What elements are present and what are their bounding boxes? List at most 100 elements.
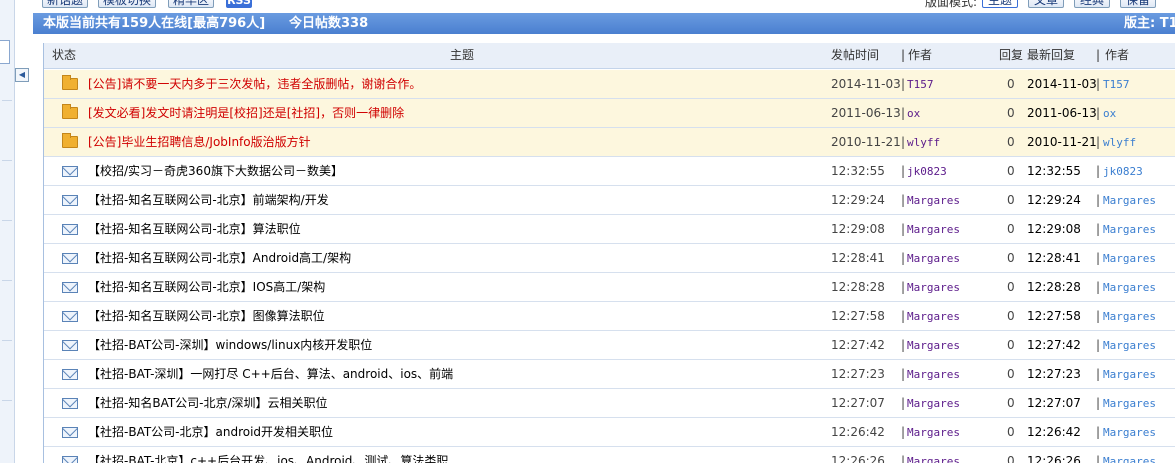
- last-reply-time[interactable]: 12:29:08: [1027, 215, 1081, 244]
- topic-title-link[interactable]: 【社招-知名互联网公司-北京】IOS高工/架构: [88, 273, 325, 302]
- author-link[interactable]: jk0823: [907, 157, 947, 186]
- envelope-icon: [52, 418, 78, 447]
- topic-title-link[interactable]: 【社招-BAT-北京】c++后台开发、ios、Android、测试、算法类职: [88, 447, 448, 463]
- author-link[interactable]: Margares: [907, 215, 960, 244]
- table-row[interactable]: 【社招-BAT公司-深圳】windows/linux内核开发职位 12:27:42…: [44, 331, 1175, 360]
- last-author-link[interactable]: Margares: [1103, 331, 1156, 360]
- author-link[interactable]: T157: [907, 70, 934, 99]
- topic-title-link[interactable]: 【社招-知名互联网公司-北京】前端架构/开发: [88, 186, 329, 215]
- last-author-link[interactable]: Margares: [1103, 360, 1156, 389]
- table-row[interactable]: 【社招-BAT-深圳】一网打尽 C++后台、算法、android、ios、前端 1…: [44, 360, 1175, 389]
- reply-count: 0: [1007, 222, 1015, 236]
- topic-title-link[interactable]: 【社招-BAT公司-深圳】windows/linux内核开发职位: [88, 331, 372, 360]
- column-separator: |: [901, 193, 906, 207]
- post-time: 2014-11-03: [831, 77, 901, 91]
- author-link[interactable]: Margares: [907, 447, 960, 463]
- last-reply-time[interactable]: 2010-11-21: [1027, 128, 1097, 157]
- reply-count: 0: [1007, 396, 1015, 410]
- post-time: 12:28:28: [831, 280, 885, 294]
- last-author-link[interactable]: Margares: [1103, 447, 1156, 463]
- table-row[interactable]: 【社招-知名互联网公司-北京】Android高工/架构 12:28:41 | Marg…: [44, 244, 1175, 273]
- topic-title-link[interactable]: 【社招-知名BAT公司-北京/深圳】云相关职位: [88, 389, 328, 418]
- last-author-link[interactable]: ox: [1103, 99, 1116, 128]
- last-reply-time[interactable]: 12:26:42: [1027, 418, 1081, 447]
- topic-title-link[interactable]: 【社招-知名互联网公司-北京】图像算法职位: [88, 302, 325, 331]
- topic-title-link[interactable]: 【社招-知名互联网公司-北京】Android高工/架构: [88, 244, 351, 273]
- column-separator: |: [1096, 106, 1101, 120]
- moderator-label[interactable]: 版主: T1: [1124, 13, 1175, 34]
- topic-title-link[interactable]: [公告]毕业生招聘信息/JobInfo版治版方针: [88, 128, 311, 157]
- new-topic-button[interactable]: 新话题: [42, 0, 89, 8]
- reply-count: 0: [1007, 77, 1015, 91]
- last-reply-time[interactable]: 12:29:24: [1027, 186, 1081, 215]
- table-row[interactable]: 【社招-BAT公司-北京】android开发相关职位 12:26:42 | Marga…: [44, 418, 1175, 447]
- table-row[interactable]: [公告]请不要一天内多于三次发帖，违者全版删帖，谢谢合作。 2014-11-03 |…: [44, 70, 1175, 99]
- last-author-link[interactable]: Margares: [1103, 273, 1156, 302]
- last-author-link[interactable]: jk0823: [1103, 157, 1143, 186]
- sidebar-tab[interactable]: [0, 40, 10, 64]
- sidebar-divider: [2, 280, 12, 281]
- digest-button[interactable]: 精华区: [168, 0, 215, 8]
- topic-title-link[interactable]: [公告]请不要一天内多于三次发帖，违者全版删帖，谢谢合作。: [88, 70, 421, 99]
- author-link[interactable]: ox: [907, 99, 920, 128]
- post-time: 2010-11-21: [831, 135, 901, 149]
- switch-template-button[interactable]: 模板切换: [98, 0, 157, 8]
- table-row[interactable]: 【社招-知名互联网公司-北京】算法职位 12:29:08 | Margares 0 12:…: [44, 215, 1175, 244]
- sidebar-divider: [2, 400, 12, 401]
- table-row[interactable]: 【社招-知名互联网公司-北京】IOS高工/架构 12:28:28 | Margares…: [44, 273, 1175, 302]
- author-link[interactable]: Margares: [907, 389, 960, 418]
- last-author-link[interactable]: Margares: [1103, 244, 1156, 273]
- column-separator: |: [901, 251, 906, 265]
- last-author-link[interactable]: Margares: [1103, 215, 1156, 244]
- envelope-icon: [52, 302, 78, 331]
- table-row[interactable]: 【社招-BAT-北京】c++后台开发、ios、Android、测试、算法类职 12…: [44, 447, 1175, 463]
- mode-article-button[interactable]: 文章: [1028, 0, 1065, 8]
- last-author-link[interactable]: Margares: [1103, 302, 1156, 331]
- last-author-link[interactable]: Margares: [1103, 389, 1156, 418]
- last-reply-time[interactable]: 12:27:58: [1027, 302, 1081, 331]
- reply-count: 0: [1007, 280, 1015, 294]
- sidebar-divider: [2, 100, 12, 101]
- topic-title-link[interactable]: 【校招/实习－奇虎360旗下大数据公司－数美】: [88, 157, 343, 186]
- collapse-arrow-icon[interactable]: ◀: [15, 68, 29, 82]
- last-reply-time[interactable]: 12:27:23: [1027, 360, 1081, 389]
- column-separator: |: [1096, 222, 1101, 236]
- table-row[interactable]: 【社招-知名互联网公司-北京】图像算法职位 12:27:58 | Margares 0 1…: [44, 302, 1175, 331]
- author-link[interactable]: Margares: [907, 302, 960, 331]
- author-link[interactable]: Margares: [907, 331, 960, 360]
- author-link[interactable]: Margares: [907, 186, 960, 215]
- last-reply-time[interactable]: 12:27:07: [1027, 389, 1081, 418]
- table-row[interactable]: 【社招-知名互联网公司-北京】前端架构/开发 12:29:24 | Margares 0…: [44, 186, 1175, 215]
- table-row[interactable]: [公告]毕业生招聘信息/JobInfo版治版方针 2010-11-21 | wlyff…: [44, 128, 1175, 157]
- author-link[interactable]: Margares: [907, 418, 960, 447]
- last-author-link[interactable]: T157: [1103, 70, 1130, 99]
- last-author-link[interactable]: Margares: [1103, 186, 1156, 215]
- mode-classic-button[interactable]: 经典: [1074, 0, 1111, 8]
- author-link[interactable]: Margares: [907, 244, 960, 273]
- mode-reserved-button[interactable]: 保留: [1120, 0, 1157, 8]
- post-time: 12:27:07: [831, 396, 885, 410]
- topic-title-link[interactable]: [发文必看]发文时请注明是[校招]还是[社招]，否则一律删除: [88, 99, 404, 128]
- last-reply-time[interactable]: 12:26:26: [1027, 447, 1081, 463]
- author-link[interactable]: Margares: [907, 360, 960, 389]
- last-reply-time[interactable]: 2014-11-03: [1027, 70, 1097, 99]
- topic-title-link[interactable]: 【社招-BAT公司-北京】android开发相关职位: [88, 418, 333, 447]
- table-row[interactable]: 【社招-知名BAT公司-北京/深圳】云相关职位 12:27:07 | Margares…: [44, 389, 1175, 418]
- topic-title-link[interactable]: 【社招-BAT-深圳】一网打尽 C++后台、算法、android、ios、前端: [88, 360, 453, 389]
- last-author-link[interactable]: wlyff: [1103, 128, 1136, 157]
- last-reply-time[interactable]: 12:27:42: [1027, 331, 1081, 360]
- last-author-link[interactable]: Margares: [1103, 418, 1156, 447]
- column-separator: |: [1096, 193, 1101, 207]
- mode-topic-button[interactable]: 主题: [982, 0, 1019, 8]
- last-reply-time[interactable]: 2011-06-13: [1027, 99, 1097, 128]
- last-reply-time[interactable]: 12:28:41: [1027, 244, 1081, 273]
- author-link[interactable]: Margares: [907, 273, 960, 302]
- reply-count: 0: [1007, 106, 1015, 120]
- last-reply-time[interactable]: 12:28:28: [1027, 273, 1081, 302]
- author-link[interactable]: wlyff: [907, 128, 940, 157]
- table-row[interactable]: 【校招/实习－奇虎360旗下大数据公司－数美】 12:32:55 | jk0823 0 1…: [44, 157, 1175, 186]
- last-reply-time[interactable]: 12:32:55: [1027, 157, 1081, 186]
- rss-icon[interactable]: RSS: [226, 0, 252, 8]
- topic-title-link[interactable]: 【社招-知名互联网公司-北京】算法职位: [88, 215, 301, 244]
- table-row[interactable]: [发文必看]发文时请注明是[校招]还是[社招]，否则一律删除 2011-06-13…: [44, 99, 1175, 128]
